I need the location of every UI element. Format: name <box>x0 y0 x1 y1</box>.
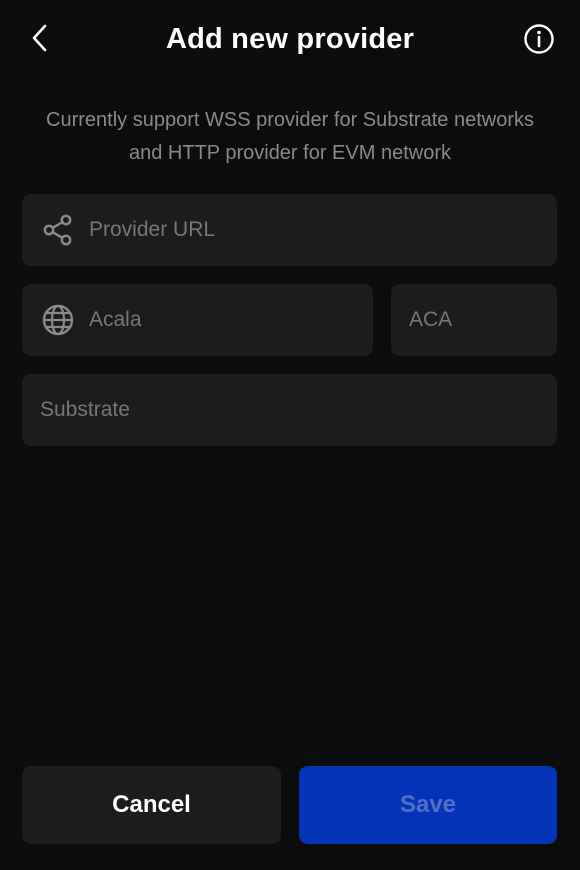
provider-url-input[interactable] <box>89 194 557 266</box>
save-button[interactable]: Save <box>299 766 557 844</box>
info-button[interactable] <box>520 20 558 58</box>
header: Add new provider <box>0 0 580 78</box>
symbol-input[interactable] <box>391 284 580 356</box>
info-circle-icon <box>524 24 554 54</box>
network-name-input[interactable] <box>89 284 373 356</box>
network-type-select[interactable]: Substrate <box>22 374 557 446</box>
globe-icon <box>41 303 75 337</box>
share-nodes-icon <box>41 213 75 247</box>
network-name-field[interactable] <box>22 284 373 356</box>
page-title: Add new provider <box>165 23 415 55</box>
provider-url-field[interactable] <box>22 194 557 266</box>
description-text: Currently support WSS provider for Subst… <box>46 109 534 164</box>
network-type-value: Substrate <box>40 398 130 421</box>
cancel-button[interactable]: Cancel <box>22 766 281 844</box>
symbol-field[interactable] <box>391 284 580 356</box>
